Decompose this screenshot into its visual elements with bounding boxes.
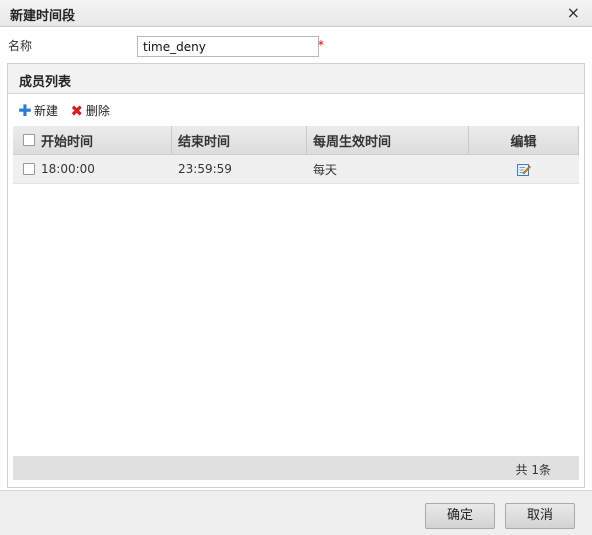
delete-button[interactable]: ✖ 删除 [70,102,110,119]
dialog-title: 新建时间段 [10,9,76,24]
cell-edit [469,155,579,183]
new-button-label: 新建 [34,104,59,118]
name-label: 名称 [8,39,33,53]
member-toolbar: ✚ 新建 ✖ 删除 [18,102,118,120]
table-row[interactable]: 18:00:00 23:59:59 每天 [13,155,579,184]
column-start-time[interactable]: 开始时间 [13,126,172,154]
panel-header: 成员列表 [8,64,584,94]
edit-icon[interactable] [517,163,531,176]
name-input[interactable] [137,36,319,57]
column-weekly[interactable]: 每周生效时间 [307,126,469,154]
member-list-panel: 成员列表 ✚ 新建 ✖ 删除 开始时间 结束时间 每周生效时间 编辑 18:00… [7,63,585,488]
column-end-time[interactable]: 结束时间 [172,126,307,154]
cancel-button[interactable]: 取消 [505,503,575,529]
dialog-footer: 确定 取消 [0,490,592,535]
member-grid: 开始时间 结束时间 每周生效时间 编辑 18:00:00 23:59:59 每天 [13,126,579,184]
row-checkbox[interactable] [23,163,35,175]
select-all-checkbox[interactable] [23,134,35,146]
new-button[interactable]: ✚ 新建 [18,102,58,119]
grid-footer: 共 1条 [13,456,579,480]
plus-icon: ✚ [18,100,32,120]
grid-header: 开始时间 结束时间 每周生效时间 编辑 [13,126,579,155]
record-count: 共 1条 [515,463,551,477]
dialog-titlebar: 新建时间段 × [0,0,592,27]
ok-button[interactable]: 确定 [425,503,495,529]
required-mark: * [318,38,324,52]
cell-week: 每天 [313,162,338,177]
close-icon[interactable]: × [567,3,580,22]
delete-button-label: 删除 [85,104,110,118]
column-edit: 编辑 [469,126,579,154]
panel-title: 成员列表 [19,75,72,90]
x-icon: ✖ [70,101,84,120]
cell-start: 18:00:00 [13,155,172,183]
cell-end: 23:59:59 [178,162,232,176]
